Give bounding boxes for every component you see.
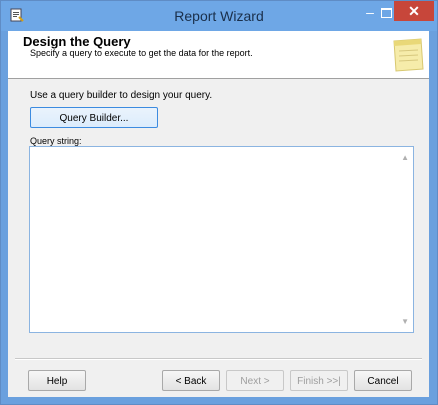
cancel-button[interactable]: Cancel (354, 370, 412, 391)
wizard-client-area: Design the Query Specify a query to exec… (8, 31, 429, 397)
page-title: Design the Query (23, 34, 131, 49)
scroll-down-icon[interactable]: ▼ (401, 317, 409, 326)
maximize-icon (381, 8, 392, 18)
wizard-header: Design the Query Specify a query to exec… (8, 31, 429, 79)
scroll-up-icon[interactable]: ▲ (401, 153, 409, 162)
query-string-label: Query string: (30, 136, 82, 146)
query-string-textarea[interactable]: ▲ ▼ (29, 146, 414, 333)
next-button[interactable]: Next > (226, 370, 284, 391)
notepad-icon (393, 38, 424, 72)
report-wizard-window: Report Wizard – ✕ Design the Query Speci… (0, 0, 438, 405)
help-button[interactable]: Help (28, 370, 86, 391)
back-button[interactable]: < Back (162, 370, 220, 391)
close-button[interactable]: ✕ (394, 1, 434, 21)
instruction-text: Use a query builder to design your query… (30, 90, 213, 101)
footer-separator (15, 358, 422, 360)
query-builder-button[interactable]: Query Builder... (30, 107, 158, 128)
title-bar: Report Wizard – ✕ (1, 1, 437, 31)
page-subtitle: Specify a query to execute to get the da… (30, 48, 253, 58)
finish-button[interactable]: Finish >>| (290, 370, 348, 391)
